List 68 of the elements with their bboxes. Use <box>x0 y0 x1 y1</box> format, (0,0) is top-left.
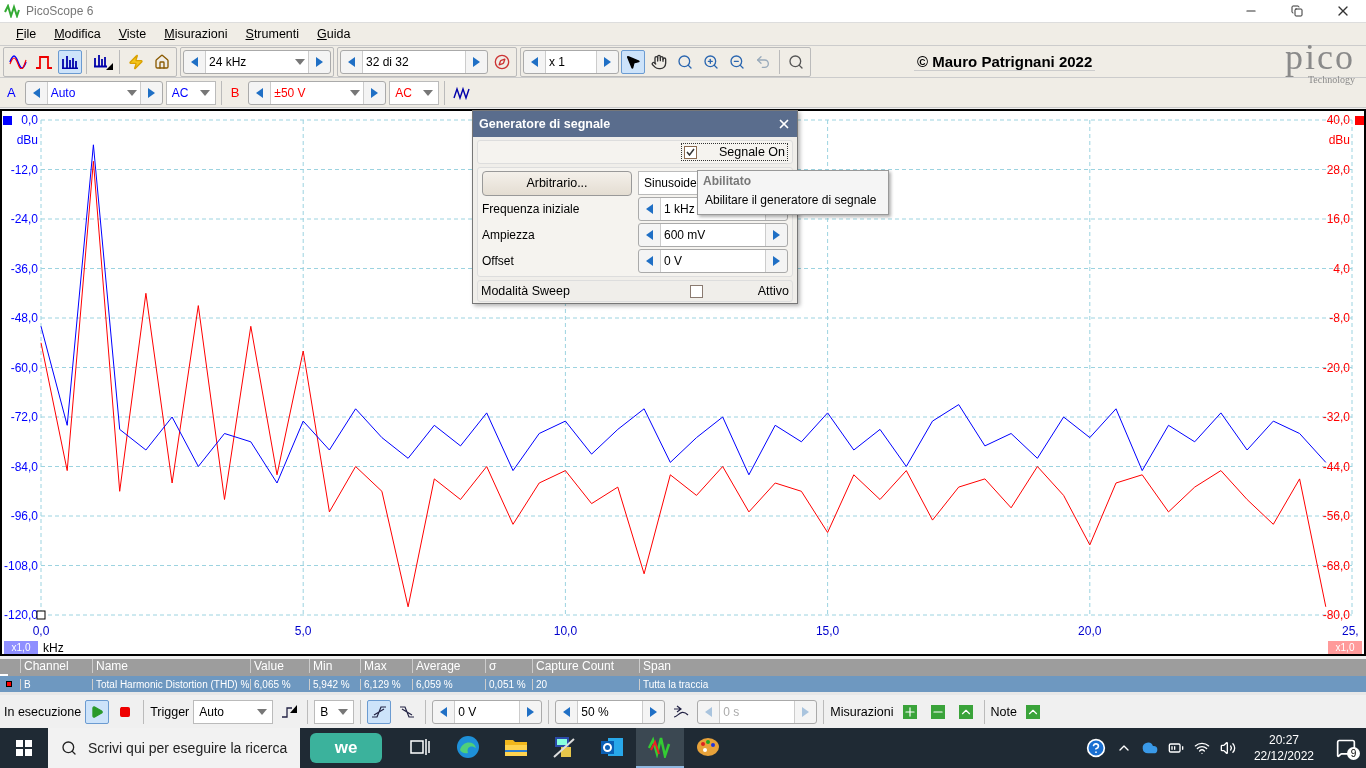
field-label: Offset <box>482 254 514 268</box>
measurements-label: Misurazioni <box>830 705 894 719</box>
axis-label: -44,0 <box>1322 459 1350 474</box>
axis-label: 20,0 <box>1078 624 1102 638</box>
column-header: Max <box>360 659 412 674</box>
axis-label: 0,0 <box>21 113 38 127</box>
scale-badge: x1,0 <box>1328 641 1362 654</box>
axis-label: -24,0 <box>10 212 38 226</box>
table-cell: Tutta la traccia <box>639 678 1346 690</box>
run-status-label: In esecuzione <box>4 705 82 719</box>
axis-label: -68,0 <box>1322 558 1350 573</box>
axis-label: -84,0 <box>10 459 38 474</box>
axis-label: -60,0 <box>10 360 38 375</box>
clock-date: 22/12/2022 <box>1253 748 1314 764</box>
axis-label: -20,0 <box>1322 360 1350 375</box>
trigger-label: Trigger <box>150 705 190 719</box>
axis-unit: dBu <box>16 133 38 147</box>
axis-label: -120,0 <box>3 608 38 622</box>
column-header: Name <box>92 659 250 674</box>
table-cell: Total Harmonic Distortion (THD) % <box>92 678 250 690</box>
column-header: Value <box>250 659 309 674</box>
axis-label: 5,0 <box>294 624 312 638</box>
scale-badge: x1,0 <box>4 641 38 654</box>
table-cell: 20 <box>532 678 639 690</box>
axis-label: -108,0 <box>3 558 38 573</box>
field-label: Ampiezza <box>482 228 535 242</box>
axis-label: -96,0 <box>10 509 38 523</box>
logo: pico Technology <box>1285 38 1355 85</box>
table-cell: 6,065 % <box>250 678 309 690</box>
axis-unit: dBu <box>1328 133 1350 147</box>
field-label: Frequenza iniziale <box>482 202 580 216</box>
column-header: σ <box>485 659 532 674</box>
dialog-title: Generatore di segnale <box>479 117 611 131</box>
axis-label: -36,0 <box>10 261 38 276</box>
table-cell: 6,059 % <box>412 678 485 690</box>
axis-label: 4,0 <box>1333 261 1350 276</box>
clock-time: 20:27 <box>1268 732 1299 748</box>
tooltip-text: Abilitare il generatore di segnale <box>704 193 878 207</box>
copyright-text: © Mauro Patrignani 2022 <box>914 52 1096 71</box>
axis-label: 28,0 <box>1326 162 1350 177</box>
axis-label: -56,0 <box>1322 509 1350 523</box>
checkbox-label: Attivo <box>757 284 789 298</box>
table-cell: B <box>20 678 92 690</box>
column-header: Capture Count <box>532 659 639 674</box>
axis-unit: kHz <box>43 641 64 654</box>
axis-label: 10,0 <box>553 624 578 638</box>
table-cell: 6,129 % <box>360 678 412 690</box>
table-cell: 5,942 % <box>309 678 360 690</box>
tooltip-title: Abilitato <box>703 174 752 188</box>
column-header: Channel <box>20 659 92 674</box>
axis-label: 25, <box>1342 624 1359 638</box>
axis-label: -80,0 <box>1322 608 1350 622</box>
sweep-label: Modalità Sweep <box>481 284 570 298</box>
axis-label: -32,0 <box>1322 410 1350 424</box>
axis-label: 0,0 <box>32 624 50 638</box>
column-header: Min <box>309 659 360 674</box>
axis-label: -8,0 <box>1329 311 1350 325</box>
axis-label: -48,0 <box>10 311 38 325</box>
notes-label: Note <box>990 705 1017 719</box>
axis-label: 15,0 <box>815 624 840 638</box>
axis-label: -12,0 <box>10 162 38 177</box>
column-header: Average <box>412 659 485 674</box>
table-cell: 0,051 % <box>485 678 532 690</box>
axis-label: 16,0 <box>1326 212 1350 226</box>
axis-label: -72,0 <box>10 410 38 424</box>
axis-label: 40,0 <box>1326 113 1350 127</box>
column-header: Span <box>639 659 1346 674</box>
window-title: PicoScope 6 <box>26 4 95 18</box>
